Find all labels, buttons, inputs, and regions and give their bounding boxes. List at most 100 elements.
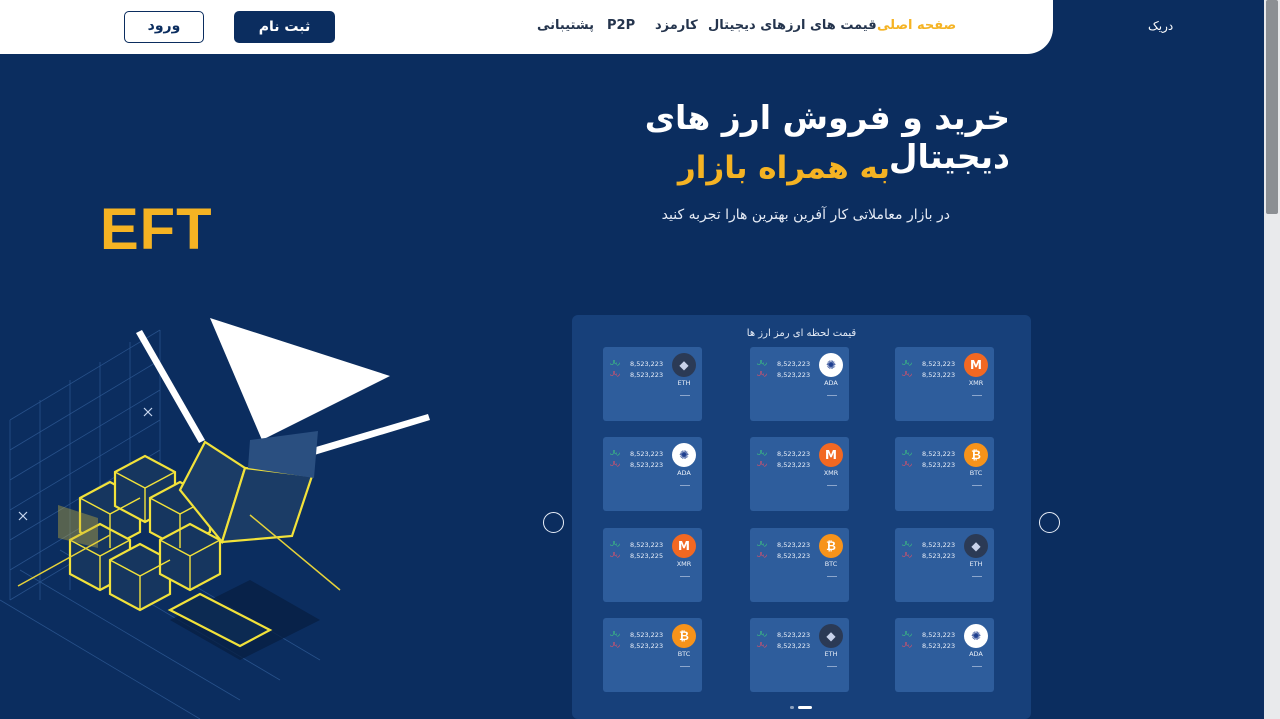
price-buy: 8,523,223 [922,450,956,458]
price-buy: 8,523,223 [922,631,956,639]
price-sell: 8,523,223 [922,371,956,379]
coin-symbol: ETH [677,379,691,387]
price-buy: 8,523,223 [777,541,811,549]
buy-currency-label: ریال [757,450,767,456]
buy-currency-label: ریال [902,450,912,456]
sell-currency-label: ریال [757,552,767,558]
price-sell: 8,523,223 [777,642,811,650]
buy-currency-label: ریال [610,631,620,637]
price-card-xmr[interactable]: M XMR 8,523,223 8,523,223 ریال ریال [750,437,849,511]
price-sell: 8,523,223 [630,642,664,650]
coin-symbol: ADA [824,379,838,387]
buy-currency-label: ریال [902,360,912,366]
sell-currency-label: ریال [610,642,620,648]
price-card-ada[interactable]: ✺ ADA 8,523,223 8,523,223 ریال ریال [895,618,994,692]
buy-currency-label: ریال [902,631,912,637]
brand-name[interactable]: دریک [1148,19,1173,33]
price-sell: 8,523,223 [630,371,664,379]
ethereum-icon: ◆ [819,624,843,648]
price-sell: 8,523,223 [777,461,811,469]
sell-currency-label: ریال [610,552,620,558]
sell-currency-label: ریال [757,461,767,467]
price-sell: 8,523,223 [777,371,811,379]
price-card-btc[interactable]: ₿ BTC 8,523,223 8,523,223 ریال ریال [603,618,702,692]
bitcoin-icon: ₿ [672,624,696,648]
coin-symbol: XMR [968,379,984,387]
price-buy: 8,523,223 [777,631,811,639]
carousel-dot-1[interactable] [790,706,794,709]
eft-logo: EFT [100,197,213,262]
buy-currency-label: ریال [610,360,620,366]
nav-p2p[interactable]: P2P [607,18,635,33]
price-buy: 8,523,223 [922,360,956,368]
price-card-eth[interactable]: ◆ ETH 8,523,223 8,523,223 ریال ریال [603,347,702,421]
price-card-xmr[interactable]: M XMR 8,523,223 8,523,223 ریال ریال [895,347,994,421]
buy-currency-label: ریال [610,541,620,547]
scrollbar-thumb[interactable] [1266,0,1278,214]
register-button[interactable]: ثبت نام [234,11,335,43]
sell-currency-label: ریال [902,371,912,377]
buy-currency-label: ریال [902,541,912,547]
price-card-btc[interactable]: ₿ BTC 8,523,223 8,523,223 ریال ریال [750,528,849,602]
price-panel-title: قیمت لحظه ای رمز ارز ها [746,328,857,339]
price-buy: 8,523,223 [922,541,956,549]
price-card-eth[interactable]: ◆ ETH 8,523,223 8,523,223 ریال ریال [750,618,849,692]
ethereum-icon: ◆ [964,534,988,558]
cardano-icon: ✺ [672,443,696,467]
carousel-next-button[interactable] [1039,512,1060,533]
price-buy: 8,523,223 [630,631,664,639]
coin-symbol: BTC [677,650,691,658]
coin-symbol: XMR [823,469,839,477]
price-sell: 8,523,225 [630,552,664,560]
price-buy: 8,523,223 [777,360,811,368]
price-buy: 8,523,223 [630,360,664,368]
sell-currency-label: ریال [902,642,912,648]
price-card-ada[interactable]: ✺ ADA 8,523,223 8,523,223 ریال ریال [750,347,849,421]
sell-currency-label: ریال [902,552,912,558]
login-button[interactable]: ورود [124,11,204,43]
sell-currency-label: ریال [757,642,767,648]
change-placeholder [972,576,982,577]
hero-subtitle: به همراه بازار [677,150,890,186]
nav-fees[interactable]: کارمزد [655,18,698,33]
change-placeholder [827,485,837,486]
change-placeholder [827,666,837,667]
price-sell: 8,523,223 [630,461,664,469]
coin-symbol: ETH [969,560,983,568]
sell-currency-label: ریال [902,461,912,467]
buy-currency-label: ریال [757,360,767,366]
coin-symbol: XMR [676,560,692,568]
price-card-xmr[interactable]: M XMR 8,523,223 8,523,225 ریال ریال [603,528,702,602]
change-placeholder [680,395,690,396]
change-placeholder [680,485,690,486]
cardano-icon: ✺ [964,624,988,648]
price-buy: 8,523,223 [630,450,664,458]
price-card-eth[interactable]: ◆ ETH 8,523,223 8,523,223 ریال ریال [895,528,994,602]
carousel-prev-button[interactable] [543,512,564,533]
cardano-icon: ✺ [819,353,843,377]
blockchain-illustration [0,318,430,719]
monero-icon: M [672,534,696,558]
monero-icon: M [819,443,843,467]
nav-crypto-prices[interactable]: قیمت های ارزهای دیجیتال [708,18,877,33]
buy-currency-label: ریال [610,450,620,456]
price-card-ada[interactable]: ✺ ADA 8,523,223 8,523,223 ریال ریال [603,437,702,511]
coin-symbol: BTC [969,469,983,477]
change-placeholder [827,576,837,577]
sell-currency-label: ریال [757,371,767,377]
price-card-btc[interactable]: ₿ BTC 8,523,223 8,523,223 ریال ریال [895,437,994,511]
price-sell: 8,523,223 [777,552,811,560]
buy-currency-label: ریال [757,541,767,547]
monero-icon: M [964,353,988,377]
sell-currency-label: ریال [610,371,620,377]
change-placeholder [827,395,837,396]
nav-home[interactable]: صفحه اصلی [877,18,956,33]
carousel-dot-2[interactable] [798,706,812,709]
change-placeholder [972,395,982,396]
coin-symbol: ETH [824,650,838,658]
nav-support[interactable]: پشتیبانی [537,18,594,33]
change-placeholder [972,666,982,667]
change-placeholder [680,666,690,667]
price-sell: 8,523,223 [922,552,956,560]
sell-currency-label: ریال [610,461,620,467]
